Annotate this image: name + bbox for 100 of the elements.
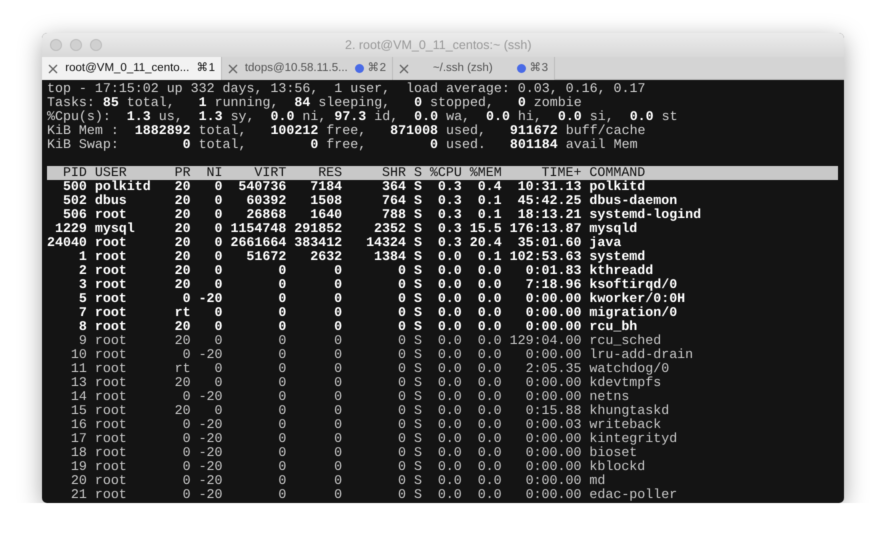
- table-cell: S: [414, 376, 422, 390]
- table-cell-text: 0: [182, 474, 191, 488]
- table-cell-text: 0: [214, 180, 222, 194]
- terminal-tab[interactable]: root@VM_0_11_cento... ⌘1: [42, 57, 222, 80]
- table-cell-text: dbus: [94, 194, 128, 208]
- table-cell-text: 0: [333, 432, 342, 446]
- table-cell-text: 0: [396, 446, 406, 460]
- table-cell: -20: [198, 474, 222, 488]
- table-cell-text: 0:00.00: [524, 348, 582, 362]
- table-cell-text: 0.0: [476, 334, 502, 348]
- table-cell-text: 0: [182, 348, 191, 362]
- table-cell-text: 0.0: [436, 278, 462, 292]
- table-cell-text: 0.0: [436, 488, 462, 502]
- table-cell: ksoftirqd/0: [589, 278, 678, 292]
- table-cell-text: 764: [381, 194, 406, 208]
- table-cell: java: [589, 236, 622, 250]
- table-cell-text: 0:00.00: [524, 488, 582, 502]
- table-cell: rcu_bh: [589, 320, 638, 334]
- table-cell: 1154748: [230, 222, 286, 236]
- table-cell: S: [414, 194, 422, 208]
- table-cell-text: root: [94, 236, 128, 250]
- table-cell: S: [414, 390, 422, 404]
- table-cell-text: root: [94, 250, 128, 264]
- table-cell: -20: [198, 390, 222, 404]
- table-cell-text: 788: [381, 208, 406, 222]
- table-cell-text: 0:00.00: [524, 390, 582, 404]
- table-cell-text: 0.3: [436, 236, 462, 250]
- table-cell-text: 540736: [237, 180, 286, 194]
- table-cell: 15.5: [470, 222, 502, 236]
- table-cell-text: polkitd: [94, 180, 152, 194]
- table-cell: S: [414, 432, 422, 446]
- table-cell-text: 364: [381, 180, 406, 194]
- table-cell-text: 0: [214, 250, 222, 264]
- summary-line: KiB Swap: 0 total, 0 free, 0 used. 801184 avail Mem: [47, 138, 639, 152]
- table-cell-text: 0: [333, 362, 342, 376]
- table-cell-text: 0.0: [476, 474, 502, 488]
- table-cell: S: [414, 348, 422, 362]
- terminal-tab[interactable]: ~/.ssh (zsh) ⌘3: [393, 57, 555, 80]
- table-cell-text: 0.0: [436, 250, 462, 264]
- table-cell-text: 20: [174, 376, 191, 390]
- table-cell-text: 0: [396, 278, 406, 292]
- table-cell-text: 2352: [373, 222, 406, 236]
- table-cell-text: 0: [333, 460, 342, 474]
- table-cell-text: root: [94, 334, 128, 348]
- table-cell: lru-add-drain: [589, 348, 694, 362]
- column-header: PR: [174, 166, 191, 180]
- table-cell-text: 0:15.88: [524, 404, 582, 418]
- table-cell-text: 0.0: [476, 488, 502, 502]
- table-cell-text: 0.0: [436, 334, 462, 348]
- table-cell: kblockd: [589, 460, 646, 474]
- table-cell-text: 0.0: [476, 390, 502, 404]
- table-cell-text: root: [94, 404, 128, 418]
- table-cell-text: 1384: [373, 250, 406, 264]
- table-cell: S: [414, 250, 422, 264]
- table-cell-text: root: [94, 446, 128, 460]
- table-cell-text: 502: [62, 194, 87, 208]
- table-cell-text: 0.1: [476, 194, 502, 208]
- table-cell-text: mysql: [94, 222, 136, 236]
- table-cell-text: 0: [182, 292, 191, 306]
- summary-line: Tasks: 85 total, 1 running, 84 sleeping, 0 stopped, 0 zombie: [47, 96, 583, 110]
- table-cell-text: 0: [277, 446, 286, 460]
- table-cell-text: 0: [396, 306, 406, 320]
- table-cell-text: root: [94, 348, 128, 362]
- table-cell-text: 26868: [245, 208, 286, 222]
- summary-line: top - 17:15:02 up 332 days, 13:56, 1 user, load average: 0.03, 0.16, 0.17: [47, 82, 646, 96]
- table-cell-text: 0.0: [476, 264, 502, 278]
- table-cell-text: 0: [182, 460, 191, 474]
- table-cell-text: 60392: [245, 194, 286, 208]
- table-cell-text: 0.0: [476, 446, 502, 460]
- table-cell-text: 8: [78, 320, 87, 334]
- table-cell-text: 0: [182, 432, 191, 446]
- table-cell: S: [414, 488, 422, 502]
- summary-line: KiB Mem : 1882892 total, 100212 free, 871008 used, 911672 buff/cache: [47, 124, 647, 138]
- table-cell-text: 20: [174, 278, 191, 292]
- table-cell-text: 0: [396, 460, 406, 474]
- table-cell: S: [414, 446, 422, 460]
- table-cell-text: 0.0: [476, 460, 502, 474]
- table-cell-text: root: [94, 362, 128, 376]
- table-cell-text: 0:00.00: [524, 460, 582, 474]
- table-cell-text: 51672: [245, 250, 286, 264]
- table-cell-text: 0.3: [436, 208, 462, 222]
- table-cell-text: 0.0: [476, 292, 502, 306]
- table-cell: 102:53.63: [510, 250, 582, 264]
- table-cell-text: 0: [333, 306, 342, 320]
- column-header: USER: [94, 166, 128, 180]
- table-cell-text: 0:00.00: [524, 320, 582, 334]
- table-cell-text: 0: [277, 362, 286, 376]
- table-cell-text: root: [94, 460, 128, 474]
- table-cell-text: 0.1: [476, 208, 502, 222]
- table-cell-text: 0.0: [436, 362, 462, 376]
- table-cell-text: 0.3: [436, 194, 462, 208]
- table-cell-text: 0.0: [476, 306, 502, 320]
- table-cell: S: [414, 362, 422, 376]
- table-cell-text: 2632: [309, 250, 342, 264]
- table-cell-text: root: [94, 208, 128, 222]
- terminal-tab[interactable]: tdops@10.58.11.5... ⌘2: [222, 57, 393, 80]
- table-cell-text: 0: [396, 488, 406, 502]
- table-cell-text: 0: [277, 264, 286, 278]
- table-cell-text: 20: [174, 404, 191, 418]
- table-cell-text: 506: [62, 208, 87, 222]
